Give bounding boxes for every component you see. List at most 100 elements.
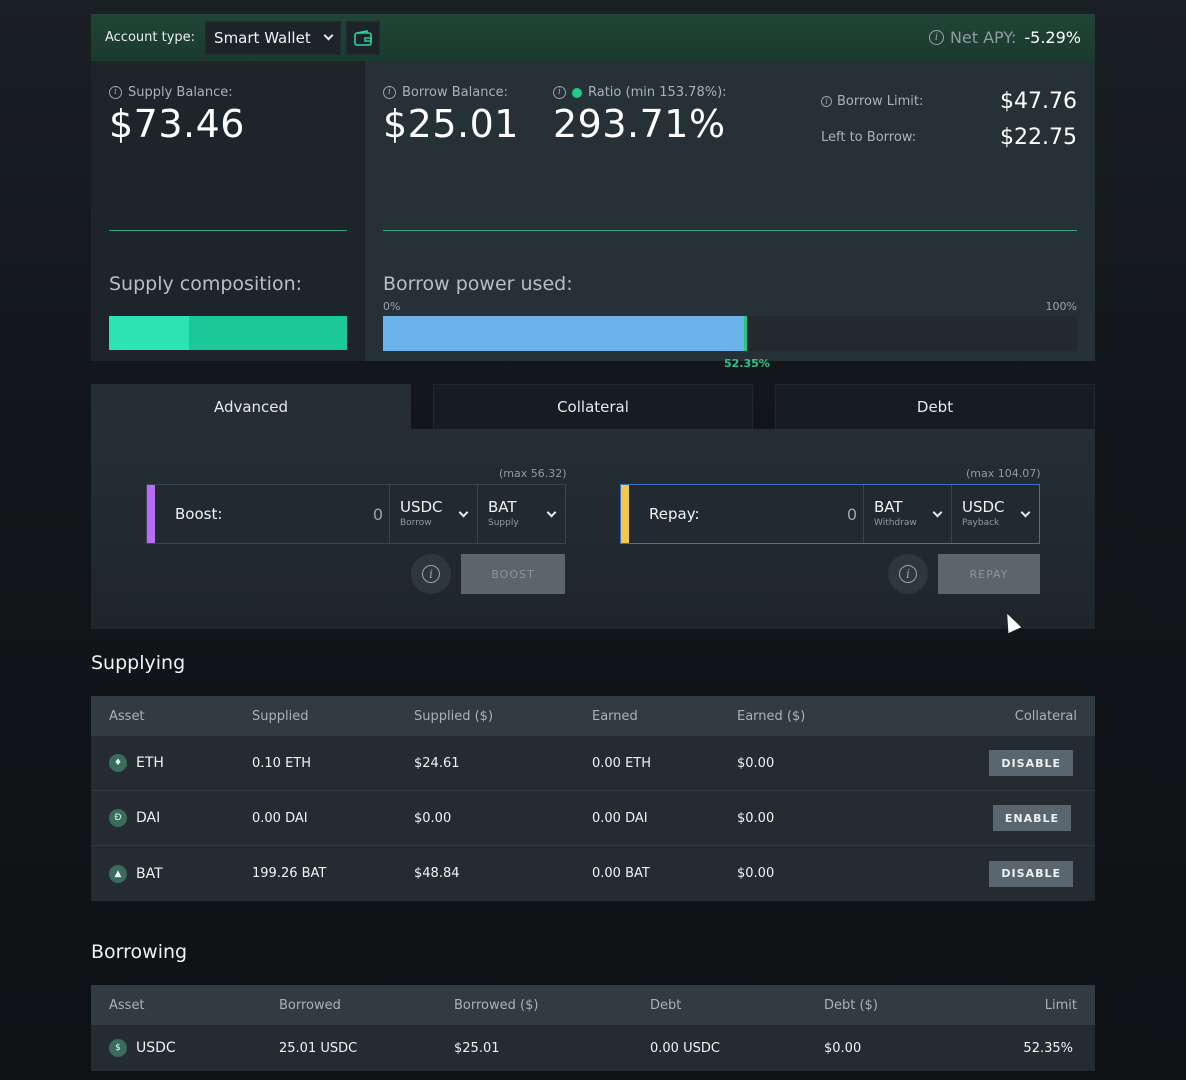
wallet-icon <box>354 29 372 46</box>
table-header: Asset Supplied Supplied ($) Earned Earne… <box>91 696 1095 736</box>
tab-debt[interactable]: Debt <box>775 384 1095 429</box>
supplied-usd: $24.61 <box>414 755 460 771</box>
repay-info-button[interactable]: i <box>888 554 928 594</box>
ratio-value: 293.71% <box>553 102 726 146</box>
tab-collateral[interactable]: Collateral <box>433 384 753 429</box>
disable-collateral-button[interactable]: DISABLE <box>989 860 1073 887</box>
repay-from-asset: BAT <box>874 498 903 516</box>
asset-cell: $ USDC <box>109 1039 176 1057</box>
borrow-limit-label: Borrow Limit: <box>837 94 924 109</box>
supply-composition-segment[interactable] <box>109 316 189 350</box>
boost-form: Boost: 0 USDC Borrow BAT Supply <box>146 484 566 544</box>
column-header: Debt <box>650 997 682 1013</box>
boost-from-asset: USDC <box>400 498 443 516</box>
stats-panel: i Supply Balance: $73.46 Supply composit… <box>91 61 1095 370</box>
supplied-usd: $48.84 <box>414 866 460 881</box>
asset-cell: ▲ BAT <box>109 864 163 883</box>
repay-from-asset-select[interactable]: BAT Withdraw <box>863 485 951 543</box>
advanced-panel: (max 56.32) Boost: 0 USDC Borrow BAT Sup… <box>91 429 1095 629</box>
boost-to-asset-select[interactable]: BAT Supply <box>477 485 565 543</box>
column-header: Asset <box>109 708 145 724</box>
repay-to-asset-select[interactable]: USDC Payback <box>951 485 1039 543</box>
asset-name: ETH <box>136 755 164 771</box>
account-type-value: Smart Wallet <box>214 28 311 47</box>
enable-collateral-button[interactable]: ENABLE <box>992 805 1071 831</box>
supplied: 0.10 ETH <box>252 755 312 771</box>
chevron-down-icon <box>1020 507 1031 517</box>
table-row: ▲ BAT 199.26 BAT $48.84 0.00 BAT $0.00 D… <box>91 846 1095 901</box>
info-icon[interactable]: i <box>109 86 122 99</box>
borrow-balance-value: $25.01 <box>383 102 519 146</box>
earned: 0.00 DAI <box>592 810 648 826</box>
supply-composition-bar[interactable] <box>109 316 347 350</box>
repay-from-sub: Withdraw <box>874 518 917 528</box>
account-type-label: Account type: <box>105 30 196 45</box>
repay-button[interactable]: REPAY <box>938 554 1040 594</box>
borrow-power-title: Borrow power used: <box>383 273 573 295</box>
left-to-borrow-row: Left to Borrow: $22.75 <box>821 125 1077 150</box>
column-header: Supplied <box>252 708 309 724</box>
net-apy-label: Net APY: <box>949 28 1017 47</box>
info-icon: i <box>899 565 917 583</box>
column-header: Debt ($) <box>824 997 878 1013</box>
borrow-balance-label: Borrow Balance: <box>402 85 508 100</box>
ratio-label: Ratio (min 153.78%): <box>588 85 727 100</box>
boost-button[interactable]: BOOST <box>461 554 565 594</box>
borrow-limit-value: $47.76 <box>1000 89 1077 114</box>
boost-amount: 0 <box>372 504 383 524</box>
repay-form: Repay: 0 BAT Withdraw USDC Payback <box>620 484 1040 544</box>
supply-balance-label: Supply Balance: <box>128 85 233 100</box>
dai-icon: Đ <box>109 809 127 827</box>
info-icon: i <box>422 565 440 583</box>
column-header: Collateral <box>1014 708 1077 724</box>
repay-amount-input[interactable]: Repay: 0 <box>629 485 863 543</box>
boost-amount-input[interactable]: Boost: 0 <box>155 485 389 543</box>
debt: 0.00 USDC <box>650 1040 720 1056</box>
usdc-icon: $ <box>109 1039 127 1057</box>
left-to-borrow-label: Left to Borrow: <box>821 130 917 145</box>
boost-accent <box>147 485 155 543</box>
column-header: Earned <box>592 708 638 724</box>
action-tabs: Advanced Collateral Debt <box>91 384 1095 429</box>
supply-stats: i Supply Balance: $73.46 Supply composit… <box>91 61 365 361</box>
divider <box>109 230 347 231</box>
borrow-power-value: 52.35% <box>724 357 770 370</box>
info-icon[interactable]: i <box>821 96 832 107</box>
supply-balance-value: $73.46 <box>109 102 245 146</box>
asset-name: DAI <box>136 810 161 826</box>
borrow-power-fill <box>383 316 746 351</box>
column-header: Asset <box>109 997 145 1013</box>
earned: 0.00 BAT <box>592 866 650 881</box>
boost-info-button[interactable]: i <box>411 554 451 594</box>
chevron-down-icon <box>932 507 943 517</box>
borrowed: 25.01 USDC <box>279 1040 358 1056</box>
ratio-block: i Ratio (min 153.78%): 293.71% <box>553 85 727 146</box>
chevron-down-icon <box>546 507 557 517</box>
repay-label: Repay: <box>649 505 700 523</box>
table-header: Asset Borrowed Borrowed ($) Debt Debt ($… <box>91 985 1095 1025</box>
borrow-power-bar <box>383 316 1077 351</box>
table-row: $ USDC 25.01 USDC $25.01 0.00 USDC $0.00… <box>91 1025 1095 1071</box>
supplying-title: Supplying <box>91 652 186 674</box>
account-type-select[interactable]: Smart Wallet <box>205 20 342 55</box>
info-icon[interactable]: i <box>928 30 944 45</box>
supplying-table: Asset Supplied Supplied ($) Earned Earne… <box>91 696 1095 901</box>
info-icon[interactable]: i <box>383 86 396 99</box>
net-apy: i Net APY: -5.29% <box>928 14 1081 61</box>
disable-collateral-button[interactable]: DISABLE <box>989 750 1073 776</box>
borrow-power-min-label: 0% <box>383 300 401 313</box>
debt-usd: $0.00 <box>824 1040 862 1056</box>
supplied: 0.00 DAI <box>252 810 308 826</box>
boost-from-asset-select[interactable]: USDC Borrow <box>389 485 477 543</box>
supplied-usd: $0.00 <box>414 810 452 826</box>
info-icon[interactable]: i <box>553 86 566 99</box>
left-to-borrow-value: $22.75 <box>1000 125 1077 150</box>
repay-to-sub: Payback <box>962 518 1000 528</box>
wallet-button[interactable] <box>346 20 381 55</box>
repay-to-asset: USDC <box>962 498 1005 516</box>
borrowed-usd: $25.01 <box>454 1040 500 1056</box>
table-row: ♦ ETH 0.10 ETH $24.61 0.00 ETH $0.00 DIS… <box>91 736 1095 791</box>
borrow-stats: i Borrow Balance: $25.01 i Ratio (min 15… <box>365 61 1095 370</box>
column-header: Earned ($) <box>737 708 806 724</box>
tab-advanced[interactable]: Advanced <box>91 384 411 429</box>
